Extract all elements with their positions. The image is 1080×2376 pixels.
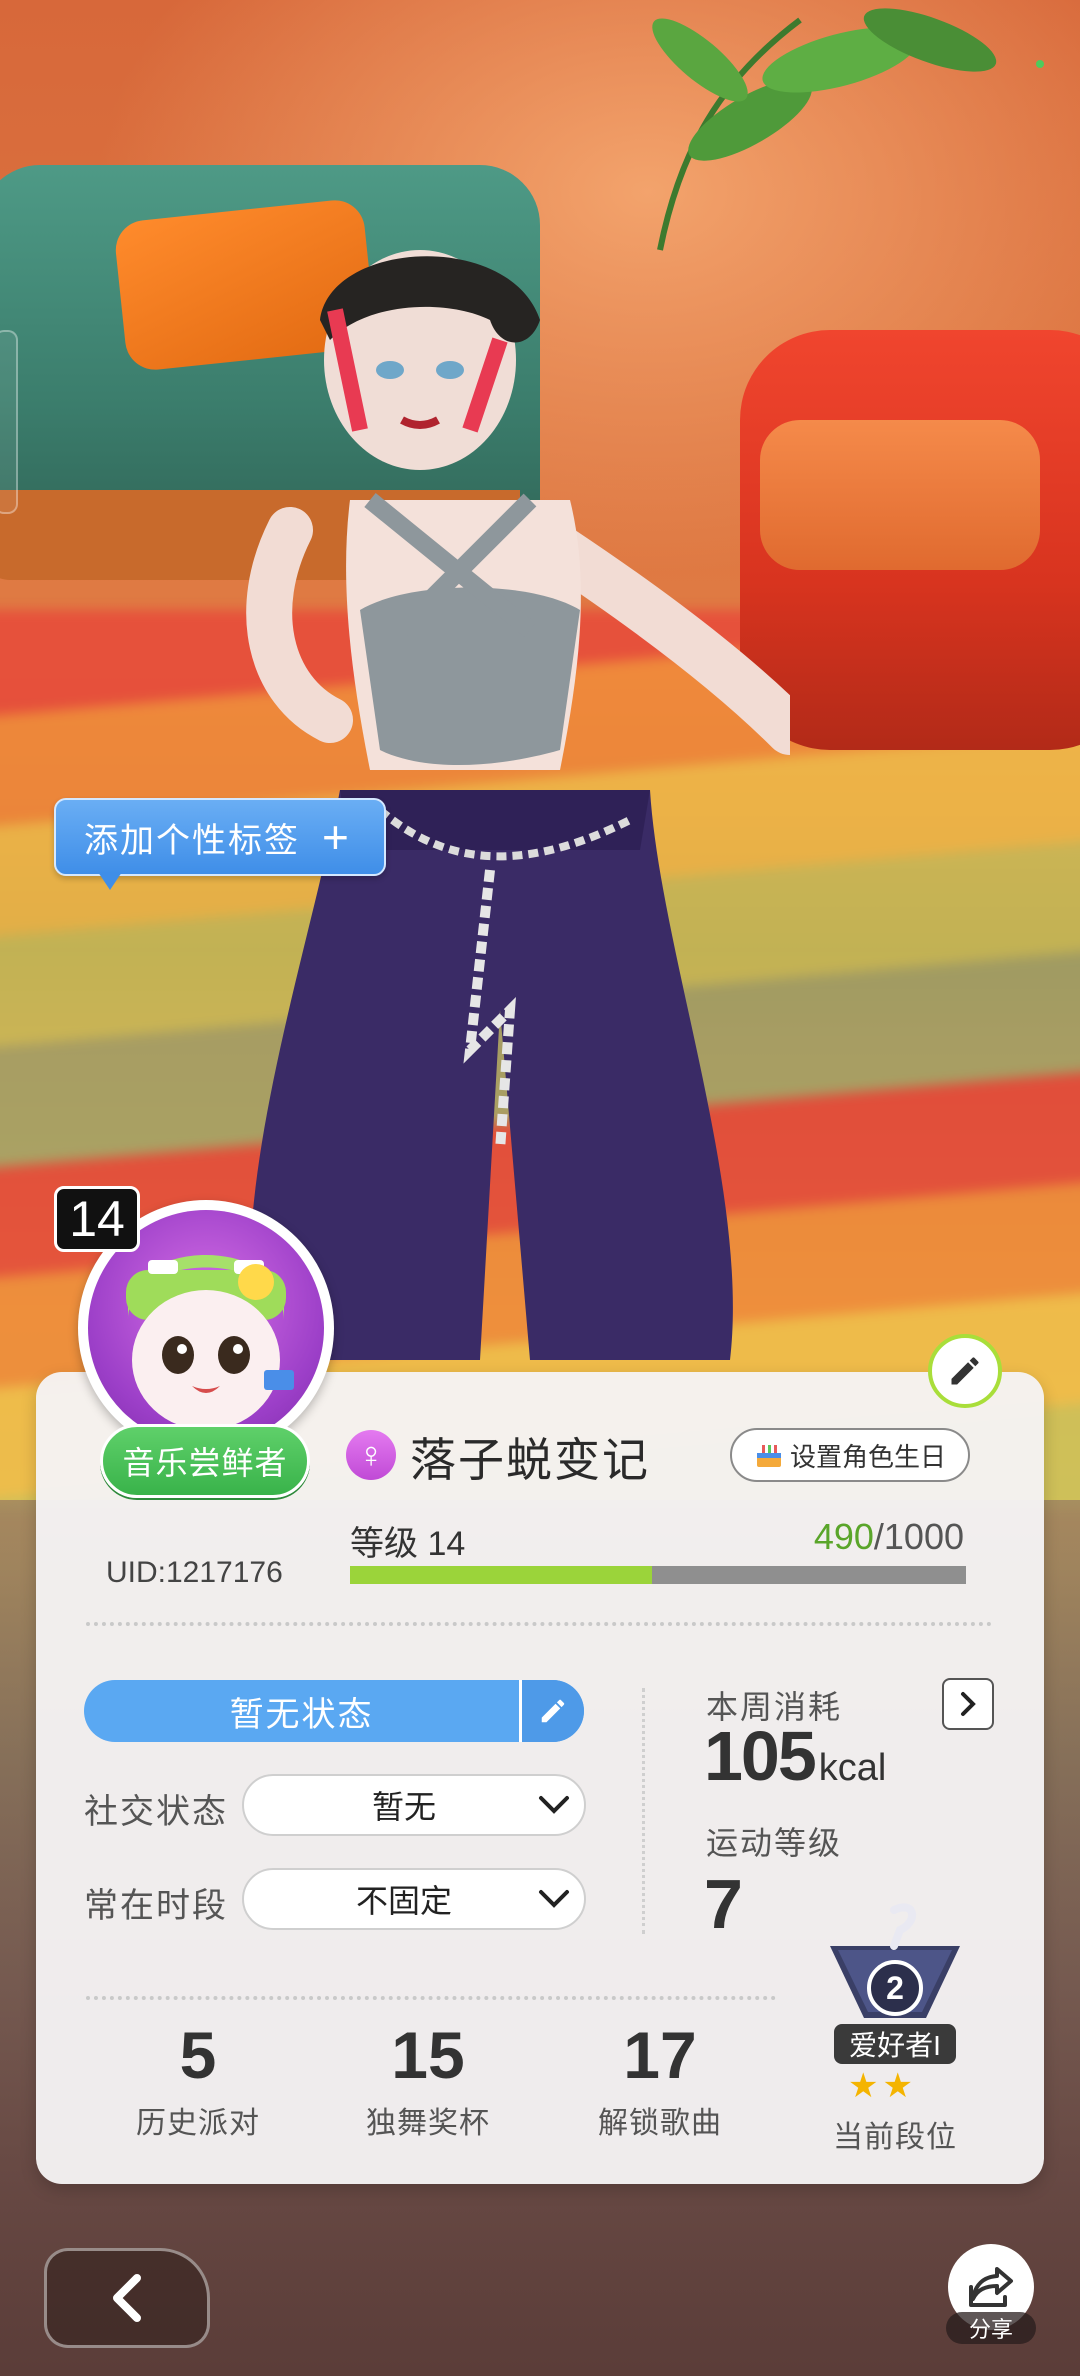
title-badge[interactable]: 音乐尝鲜者	[100, 1424, 310, 1498]
female-icon: ♀	[346, 1430, 396, 1480]
stat-value: 17	[623, 2018, 697, 2092]
stat-solo-trophies[interactable]: 15 独舞奖杯	[338, 2022, 518, 2142]
edit-status-button[interactable]	[519, 1680, 584, 1742]
sport-level-label: 运动等级	[706, 1825, 843, 1861]
level-label: 等级 14	[350, 1525, 466, 1563]
rank-number: 2	[886, 1970, 904, 2006]
pencil-icon	[951, 1357, 979, 1385]
add-tag-button[interactable]: 添加个性标签 +	[54, 798, 386, 890]
stat-label: 解锁歌曲	[598, 2107, 722, 2140]
stat-value: 15	[391, 2018, 465, 2092]
current-status: 暂无状态	[229, 1695, 374, 1734]
experience-current: 490	[813, 1516, 874, 1557]
stat-label: 历史派对	[136, 2107, 260, 2140]
divider	[86, 1622, 992, 1626]
stat-value: 5	[179, 2018, 217, 2092]
rank-stars: ★★	[848, 2067, 917, 2105]
add-tag-label: 添加个性标签	[84, 821, 300, 860]
gender-symbol: ♀	[357, 1434, 385, 1475]
kcal-number: 105	[704, 1717, 817, 1795]
divider	[86, 1996, 776, 2000]
social-status-dropdown[interactable]: 暂无	[242, 1774, 586, 1836]
armchair-cushion	[760, 420, 1040, 570]
plant-leaves	[652, 8, 997, 251]
side-drawer-handle[interactable]	[0, 330, 18, 514]
cake-icon	[756, 1445, 781, 1467]
user-id: UID:1217176	[106, 1556, 283, 1589]
plus-icon: +	[322, 811, 351, 863]
back-button[interactable]	[44, 2248, 210, 2348]
weekly-calories-value: 105 kcal	[704, 1716, 886, 1796]
stat-label: 独舞奖杯	[366, 2107, 490, 2140]
active-hours-label: 常在时段	[84, 1887, 228, 1925]
chevron-down-icon	[524, 1888, 584, 1910]
share-icon	[969, 2267, 1013, 2307]
chevron-right-icon	[961, 1692, 976, 1716]
set-birthday-label: 设置角色生日	[789, 1441, 946, 1472]
pencil-icon	[541, 1699, 565, 1723]
rank-emblem-icon[interactable]: 2	[820, 1900, 970, 2040]
set-birthday-button[interactable]: 设置角色生日	[730, 1428, 970, 1482]
experience-progress-bar	[350, 1566, 966, 1584]
stat-parties[interactable]: 5 历史派对	[108, 2022, 288, 2142]
rank-label: 当前段位	[833, 2121, 957, 2154]
kcal-unit: kcal	[818, 1747, 887, 1789]
experience-counter: 490/1000	[814, 1516, 964, 1558]
share-label: 分享	[946, 2312, 1036, 2344]
status-indicator-dot	[1036, 60, 1044, 68]
chevron-left-icon	[113, 2274, 141, 2322]
weekly-details-button[interactable]	[942, 1678, 994, 1730]
sport-level-value: 7	[704, 1865, 743, 1943]
status-selector[interactable]: 暂无状态	[84, 1680, 584, 1742]
social-status-label: 社交状态	[84, 1793, 228, 1831]
chevron-down-icon	[524, 1794, 584, 1816]
player-level-badge: 14	[54, 1186, 140, 1252]
experience-total: /1000	[873, 1516, 964, 1557]
edit-profile-button[interactable]	[928, 1334, 1002, 1408]
bubble-tail	[98, 872, 122, 890]
vertical-divider	[642, 1688, 645, 1934]
active-hours-dropdown[interactable]: 不固定	[242, 1868, 586, 1930]
player-nickname: 落子蜕变记	[410, 1434, 650, 1486]
rank-title: 爱好者I	[834, 2024, 956, 2064]
social-status-value: 暂无	[371, 1789, 436, 1825]
experience-progress-fill	[350, 1566, 652, 1584]
active-hours-value: 不固定	[355, 1883, 452, 1919]
stat-unlocked-songs[interactable]: 17 解锁歌曲	[570, 2022, 750, 2142]
